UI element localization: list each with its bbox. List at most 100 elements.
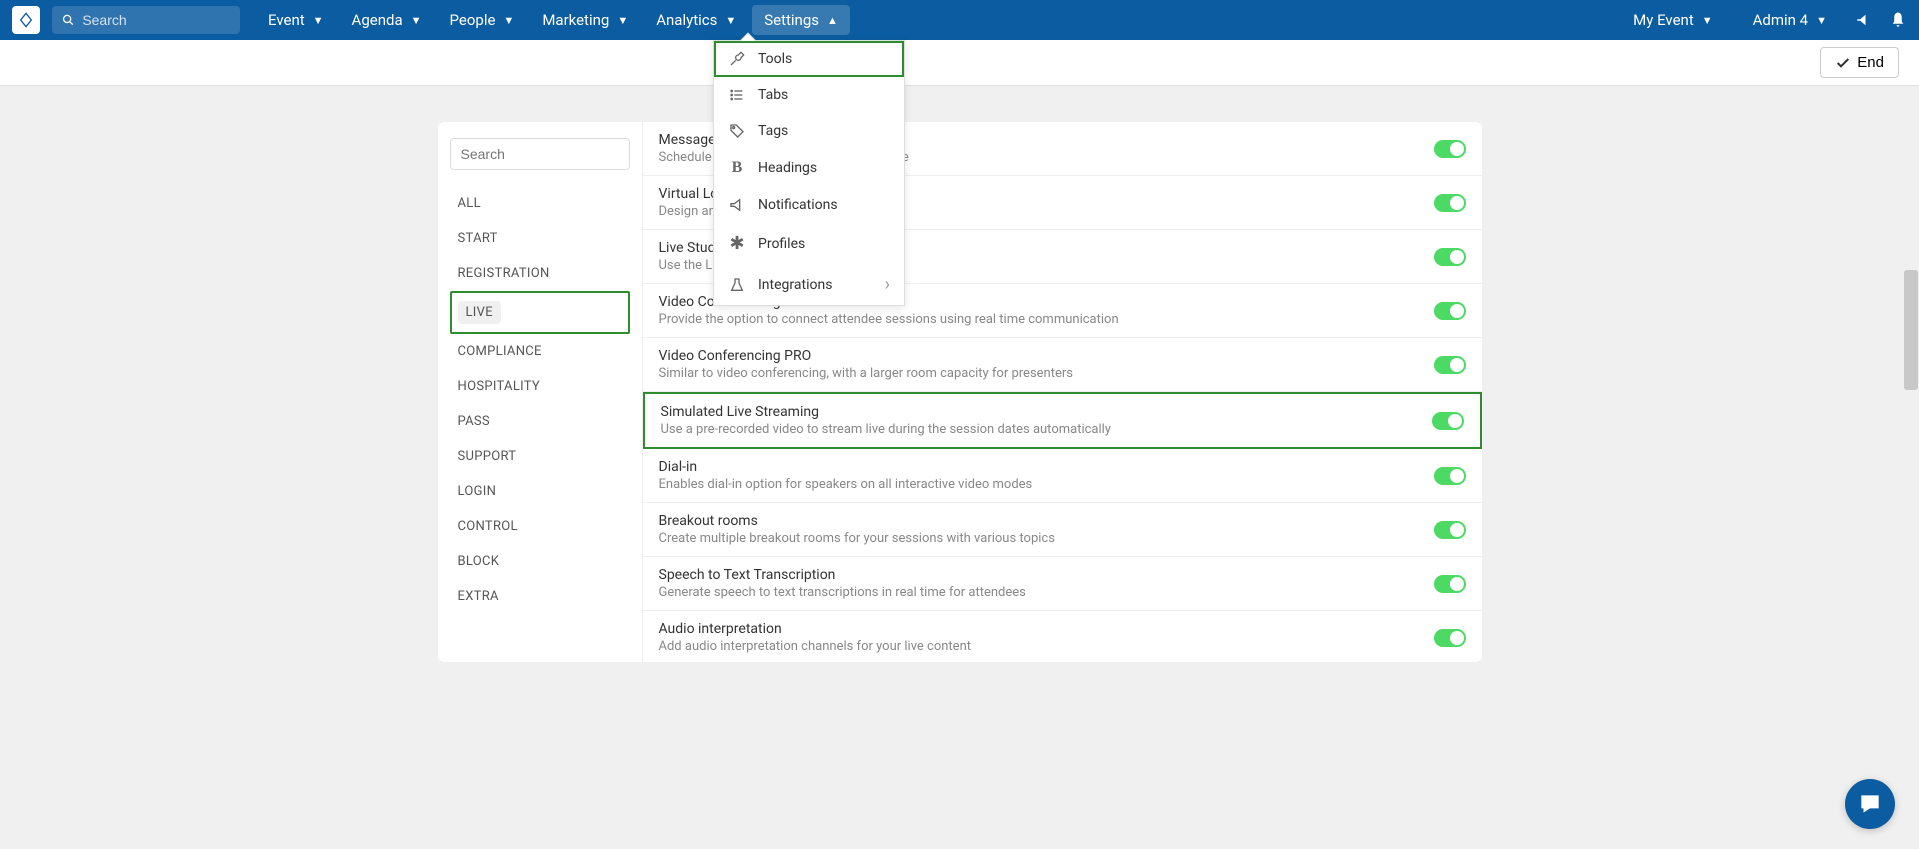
nav-item-label: People: [450, 11, 496, 29]
setting-title: Dial-in: [659, 459, 1434, 475]
setting-toggle[interactable]: [1434, 575, 1466, 593]
settings-panel: ALLSTARTREGISTRATION LIVE COMPLIANCEHOSPIT…: [438, 122, 1482, 662]
sidebar-search-input[interactable]: [450, 138, 630, 170]
setting-text: Dial-in Enables dial-in option for speake…: [659, 459, 1434, 492]
end-button[interactable]: End: [1820, 47, 1899, 78]
sidebar-item-block[interactable]: BLOCK: [450, 544, 630, 579]
dropdown-item-label: Tabs: [758, 87, 788, 103]
setting-toggle[interactable]: [1434, 356, 1466, 374]
global-search[interactable]: [52, 6, 240, 34]
nav-item-settings[interactable]: Settings ▲: [752, 5, 850, 35]
setting-title: Breakout rooms: [659, 513, 1434, 529]
chevron-down-icon: ▼: [725, 14, 736, 27]
user-menu[interactable]: Admin 4 ▼: [1741, 5, 1839, 35]
sidebar-item-pass[interactable]: PASS: [450, 404, 630, 439]
setting-toggle[interactable]: [1434, 140, 1466, 158]
nav-item-people[interactable]: People ▼: [438, 5, 527, 35]
toggle-knob: [1450, 577, 1464, 591]
dropdown-item-label: Headings: [758, 160, 817, 176]
chevron-down-icon: ▼: [313, 14, 324, 27]
dropdown-item-headings[interactable]: BHeadings: [714, 149, 904, 187]
chat-fab[interactable]: [1845, 779, 1895, 829]
setting-desc: Similar to video conferencing, with a la…: [659, 366, 1434, 381]
sidebar-item-label: LIVE: [458, 301, 501, 324]
nav-item-label: Analytics: [656, 11, 717, 29]
scroll-thumb[interactable]: [1904, 270, 1918, 390]
nav-item-marketing[interactable]: Marketing▼: [530, 5, 640, 35]
chevron-right-icon: ›: [885, 274, 890, 295]
sidebar-item-support[interactable]: SUPPORT: [450, 439, 630, 474]
chevron-down-icon: ▼: [503, 14, 514, 27]
wrench-icon: [728, 51, 746, 67]
dropdown-item-integrations[interactable]: Integrations›: [714, 264, 904, 305]
setting-desc: Create multiple breakout rooms for your …: [659, 531, 1434, 546]
app-logo[interactable]: [12, 6, 40, 34]
setting-toggle[interactable]: [1432, 412, 1464, 430]
toggle-knob: [1450, 250, 1464, 264]
sidebar-item-control[interactable]: CONTROL: [450, 509, 630, 544]
nav-item-label: Settings: [764, 11, 819, 29]
setting-desc: Provide the option to connect attendee s…: [659, 312, 1434, 327]
setting-text: Breakout rooms Create multiple breakout r…: [659, 513, 1434, 546]
sidebar-item-live[interactable]: LIVE: [450, 291, 630, 334]
toggle-knob: [1450, 196, 1464, 210]
setting-toggle[interactable]: [1434, 521, 1466, 539]
setting-text: Speech to Text Transcription Generate spe…: [659, 567, 1434, 600]
check-icon: [1835, 55, 1851, 71]
end-button-label: End: [1857, 54, 1884, 71]
dropdown-item-tabs[interactable]: Tabs: [714, 77, 904, 113]
setting-toggle[interactable]: [1434, 629, 1466, 647]
tag-icon: [728, 123, 746, 139]
event-selector-label: My Event: [1633, 11, 1694, 29]
setting-toggle[interactable]: [1434, 302, 1466, 320]
toggle-knob: [1450, 358, 1464, 372]
main-area: ALLSTARTREGISTRATION LIVE COMPLIANCEHOSPIT…: [0, 86, 1919, 698]
sidebar-item-registration[interactable]: REGISTRATION: [450, 256, 630, 291]
setting-toggle[interactable]: [1434, 467, 1466, 485]
sidebar-item-compliance[interactable]: COMPLIANCE: [450, 334, 630, 369]
bell-icon[interactable]: [1889, 11, 1907, 29]
dropdown-item-label: Tags: [758, 123, 788, 139]
vertical-scrollbar[interactable]: [1903, 122, 1919, 662]
setting-row: Audio interpretationAdd audio interpreta…: [643, 611, 1482, 662]
setting-row: Dial-in Enables dial-in option for speake…: [643, 449, 1482, 503]
nav-item-agenda[interactable]: Agenda▼: [340, 5, 434, 35]
setting-toggle[interactable]: [1434, 248, 1466, 266]
setting-text: Video Conferencing PROSimilar to video c…: [659, 348, 1434, 381]
setting-row: Breakout rooms Create multiple breakout r…: [643, 503, 1482, 557]
setting-row: Video Conferencing PROSimilar to video c…: [643, 338, 1482, 392]
chevron-down-icon: ▼: [617, 14, 628, 27]
dropdown-item-label: Notifications: [758, 197, 838, 213]
settings-dropdown: Tools Tabs Tags BHeadings Notifications ✱Prof…: [713, 40, 905, 306]
topbar-right: My Event ▼ Admin 4 ▼: [1621, 5, 1907, 35]
sidebar-item-hospitality[interactable]: HOSPITALITY: [450, 369, 630, 404]
dropdown-item-tools[interactable]: Tools: [714, 41, 904, 77]
setting-desc: Generate speech to text transcriptions i…: [659, 585, 1434, 600]
toggle-knob: [1450, 142, 1464, 156]
dropdown-item-profiles[interactable]: ✱Profiles: [714, 223, 904, 264]
chevron-down-icon: ▼: [1816, 14, 1827, 27]
toggle-knob: [1450, 469, 1464, 483]
sidebar-item-extra[interactable]: EXTRA: [450, 579, 630, 614]
setting-toggle[interactable]: [1434, 194, 1466, 212]
nav-item-analytics[interactable]: Analytics ▼: [644, 5, 748, 35]
user-menu-label: Admin 4: [1753, 11, 1808, 29]
nav-item-label: Agenda: [352, 11, 403, 29]
list-icon: [728, 87, 746, 103]
chevron-up-icon: ▲: [827, 14, 838, 27]
main-nav: Event▼Agenda▼People▼Marketing▼Analytics▼…: [256, 5, 850, 35]
sidebar-item-start[interactable]: START: [450, 221, 630, 256]
announcement-icon[interactable]: [1855, 11, 1873, 29]
setting-title: Speech to Text Transcription: [659, 567, 1434, 583]
megaphone-icon: [728, 197, 746, 213]
dropdown-item-tags[interactable]: Tags: [714, 113, 904, 149]
global-search-input[interactable]: [82, 12, 230, 28]
sidebar-item-login[interactable]: LOGIN: [450, 474, 630, 509]
nav-item-event[interactable]: Event▼: [256, 5, 336, 35]
setting-desc: Enables dial-in option for speakers on a…: [659, 477, 1434, 492]
event-selector[interactable]: My Event ▼: [1621, 5, 1724, 35]
flask-icon: [728, 277, 746, 293]
toggle-knob: [1450, 304, 1464, 318]
dropdown-item-notifications[interactable]: Notifications: [714, 187, 904, 223]
sidebar-item-all[interactable]: ALL: [450, 186, 630, 221]
